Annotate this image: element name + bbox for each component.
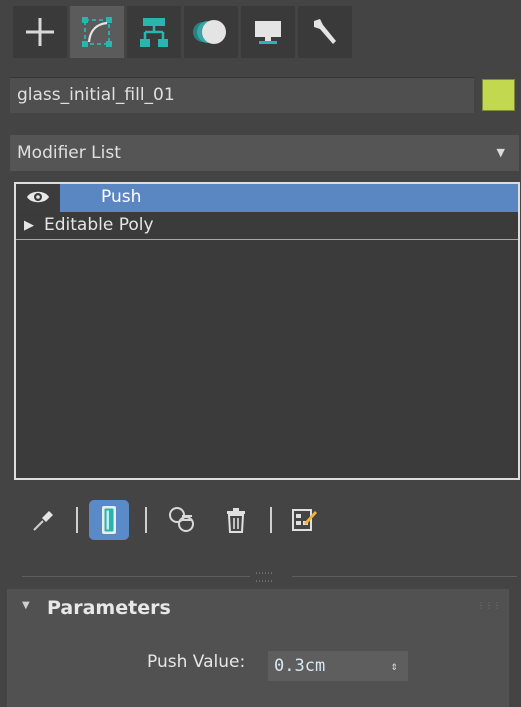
panel-divider xyxy=(292,576,517,577)
make-unique-icon xyxy=(169,507,194,532)
motion-icon xyxy=(193,20,226,44)
push-value-spinner[interactable]: 0.3cm ⇕ xyxy=(268,651,408,681)
remove-modifier-icon xyxy=(227,508,245,533)
plus-icon xyxy=(26,18,54,46)
resize-grip-icon[interactable]: ⋯⋯ ⋯⋯ xyxy=(255,570,273,587)
object-name-field[interactable]: glass_initial_fill_01 xyxy=(10,77,474,113)
push-value-text: 0.3cm xyxy=(274,656,326,676)
pin-stack-icon xyxy=(33,511,53,531)
make-unique-button[interactable] xyxy=(163,498,203,542)
panel-divider xyxy=(22,576,250,577)
rollout-grip-icon[interactable]: ⋮⋮⋮ xyxy=(477,602,501,610)
expand-arrow-icon[interactable]: ▶ xyxy=(24,218,34,233)
stack-item-label: Push xyxy=(101,187,142,207)
object-color-swatch[interactable] xyxy=(482,79,515,111)
modifier-list-label: Modifier List xyxy=(17,143,121,163)
remove-modifier-button[interactable] xyxy=(216,498,256,542)
stack-item-editable-poly[interactable]: ▶ Editable Poly xyxy=(16,212,518,240)
command-panel-tabs xyxy=(0,0,521,58)
toolbar-separator xyxy=(76,507,78,533)
tab-display[interactable] xyxy=(241,6,295,58)
tab-create[interactable] xyxy=(13,6,67,58)
modifier-stack: Push ▶ Editable Poly xyxy=(14,182,520,480)
modifier-list-dropdown[interactable]: Modifier List ▼ xyxy=(10,135,519,171)
stack-item-push[interactable]: Push xyxy=(16,184,518,212)
toolbar-separator xyxy=(270,507,272,533)
spinner-arrows-icon[interactable]: ⇕ xyxy=(391,651,398,681)
tab-utilities[interactable] xyxy=(298,6,352,58)
stack-item-label: Editable Poly xyxy=(44,215,154,235)
display-monitor-icon xyxy=(255,21,281,44)
tab-modify[interactable] xyxy=(70,6,124,58)
push-value-label: Push Value: xyxy=(147,652,246,672)
hierarchy-icon xyxy=(140,18,168,47)
dropdown-arrow-icon: ▼ xyxy=(496,146,505,159)
wrench-icon xyxy=(314,19,336,44)
configure-modifier-sets-icon xyxy=(292,509,317,531)
toolbar-separator xyxy=(145,507,147,533)
visibility-toggle[interactable] xyxy=(16,184,60,212)
eye-icon xyxy=(27,191,49,203)
configure-modifier-sets-button[interactable] xyxy=(284,498,324,542)
tab-motion[interactable] xyxy=(184,6,238,58)
rollout-title[interactable]: Parameters xyxy=(47,597,171,619)
pin-stack-button[interactable] xyxy=(24,498,64,542)
show-end-result-button[interactable] xyxy=(89,500,129,540)
tab-hierarchy[interactable] xyxy=(127,6,181,58)
modify-curve-icon xyxy=(82,17,112,47)
collapse-arrow-icon[interactable]: ▼ xyxy=(22,600,30,611)
show-end-result-icon xyxy=(102,506,116,534)
